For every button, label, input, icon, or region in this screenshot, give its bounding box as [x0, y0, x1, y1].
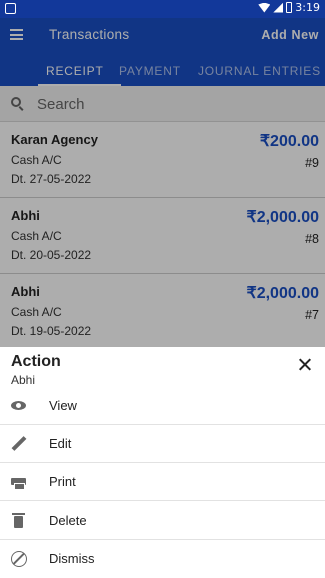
action-view[interactable]: View — [0, 387, 325, 425]
action-label: View — [49, 398, 77, 413]
action-label: Dismiss — [49, 551, 95, 566]
block-icon — [11, 551, 27, 567]
action-sheet-subtitle: Abhi — [11, 373, 36, 387]
trash-icon — [11, 513, 27, 529]
action-print[interactable]: Print — [0, 463, 325, 501]
notification-icon — [5, 3, 16, 14]
action-edit[interactable]: Edit — [0, 425, 325, 463]
action-sheet: Action Abhi View Edit Print Delete Dismi… — [0, 347, 325, 578]
action-label: Print — [49, 474, 76, 489]
signal-icon — [273, 2, 284, 13]
close-icon[interactable] — [297, 357, 313, 373]
printer-icon — [11, 474, 27, 490]
eye-icon — [11, 398, 27, 414]
action-delete[interactable]: Delete — [0, 502, 325, 540]
battery-icon — [286, 2, 293, 13]
action-dismiss[interactable]: Dismiss — [0, 540, 325, 578]
action-sheet-title: Action — [11, 353, 61, 370]
status-time: 3:19 — [295, 1, 320, 14]
status-icons: 3:19 — [258, 1, 320, 14]
action-label: Edit — [49, 436, 72, 451]
pencil-icon — [11, 436, 27, 452]
wifi-icon — [258, 2, 271, 13]
action-label: Delete — [49, 513, 87, 528]
status-bar: 3:19 — [0, 0, 325, 18]
